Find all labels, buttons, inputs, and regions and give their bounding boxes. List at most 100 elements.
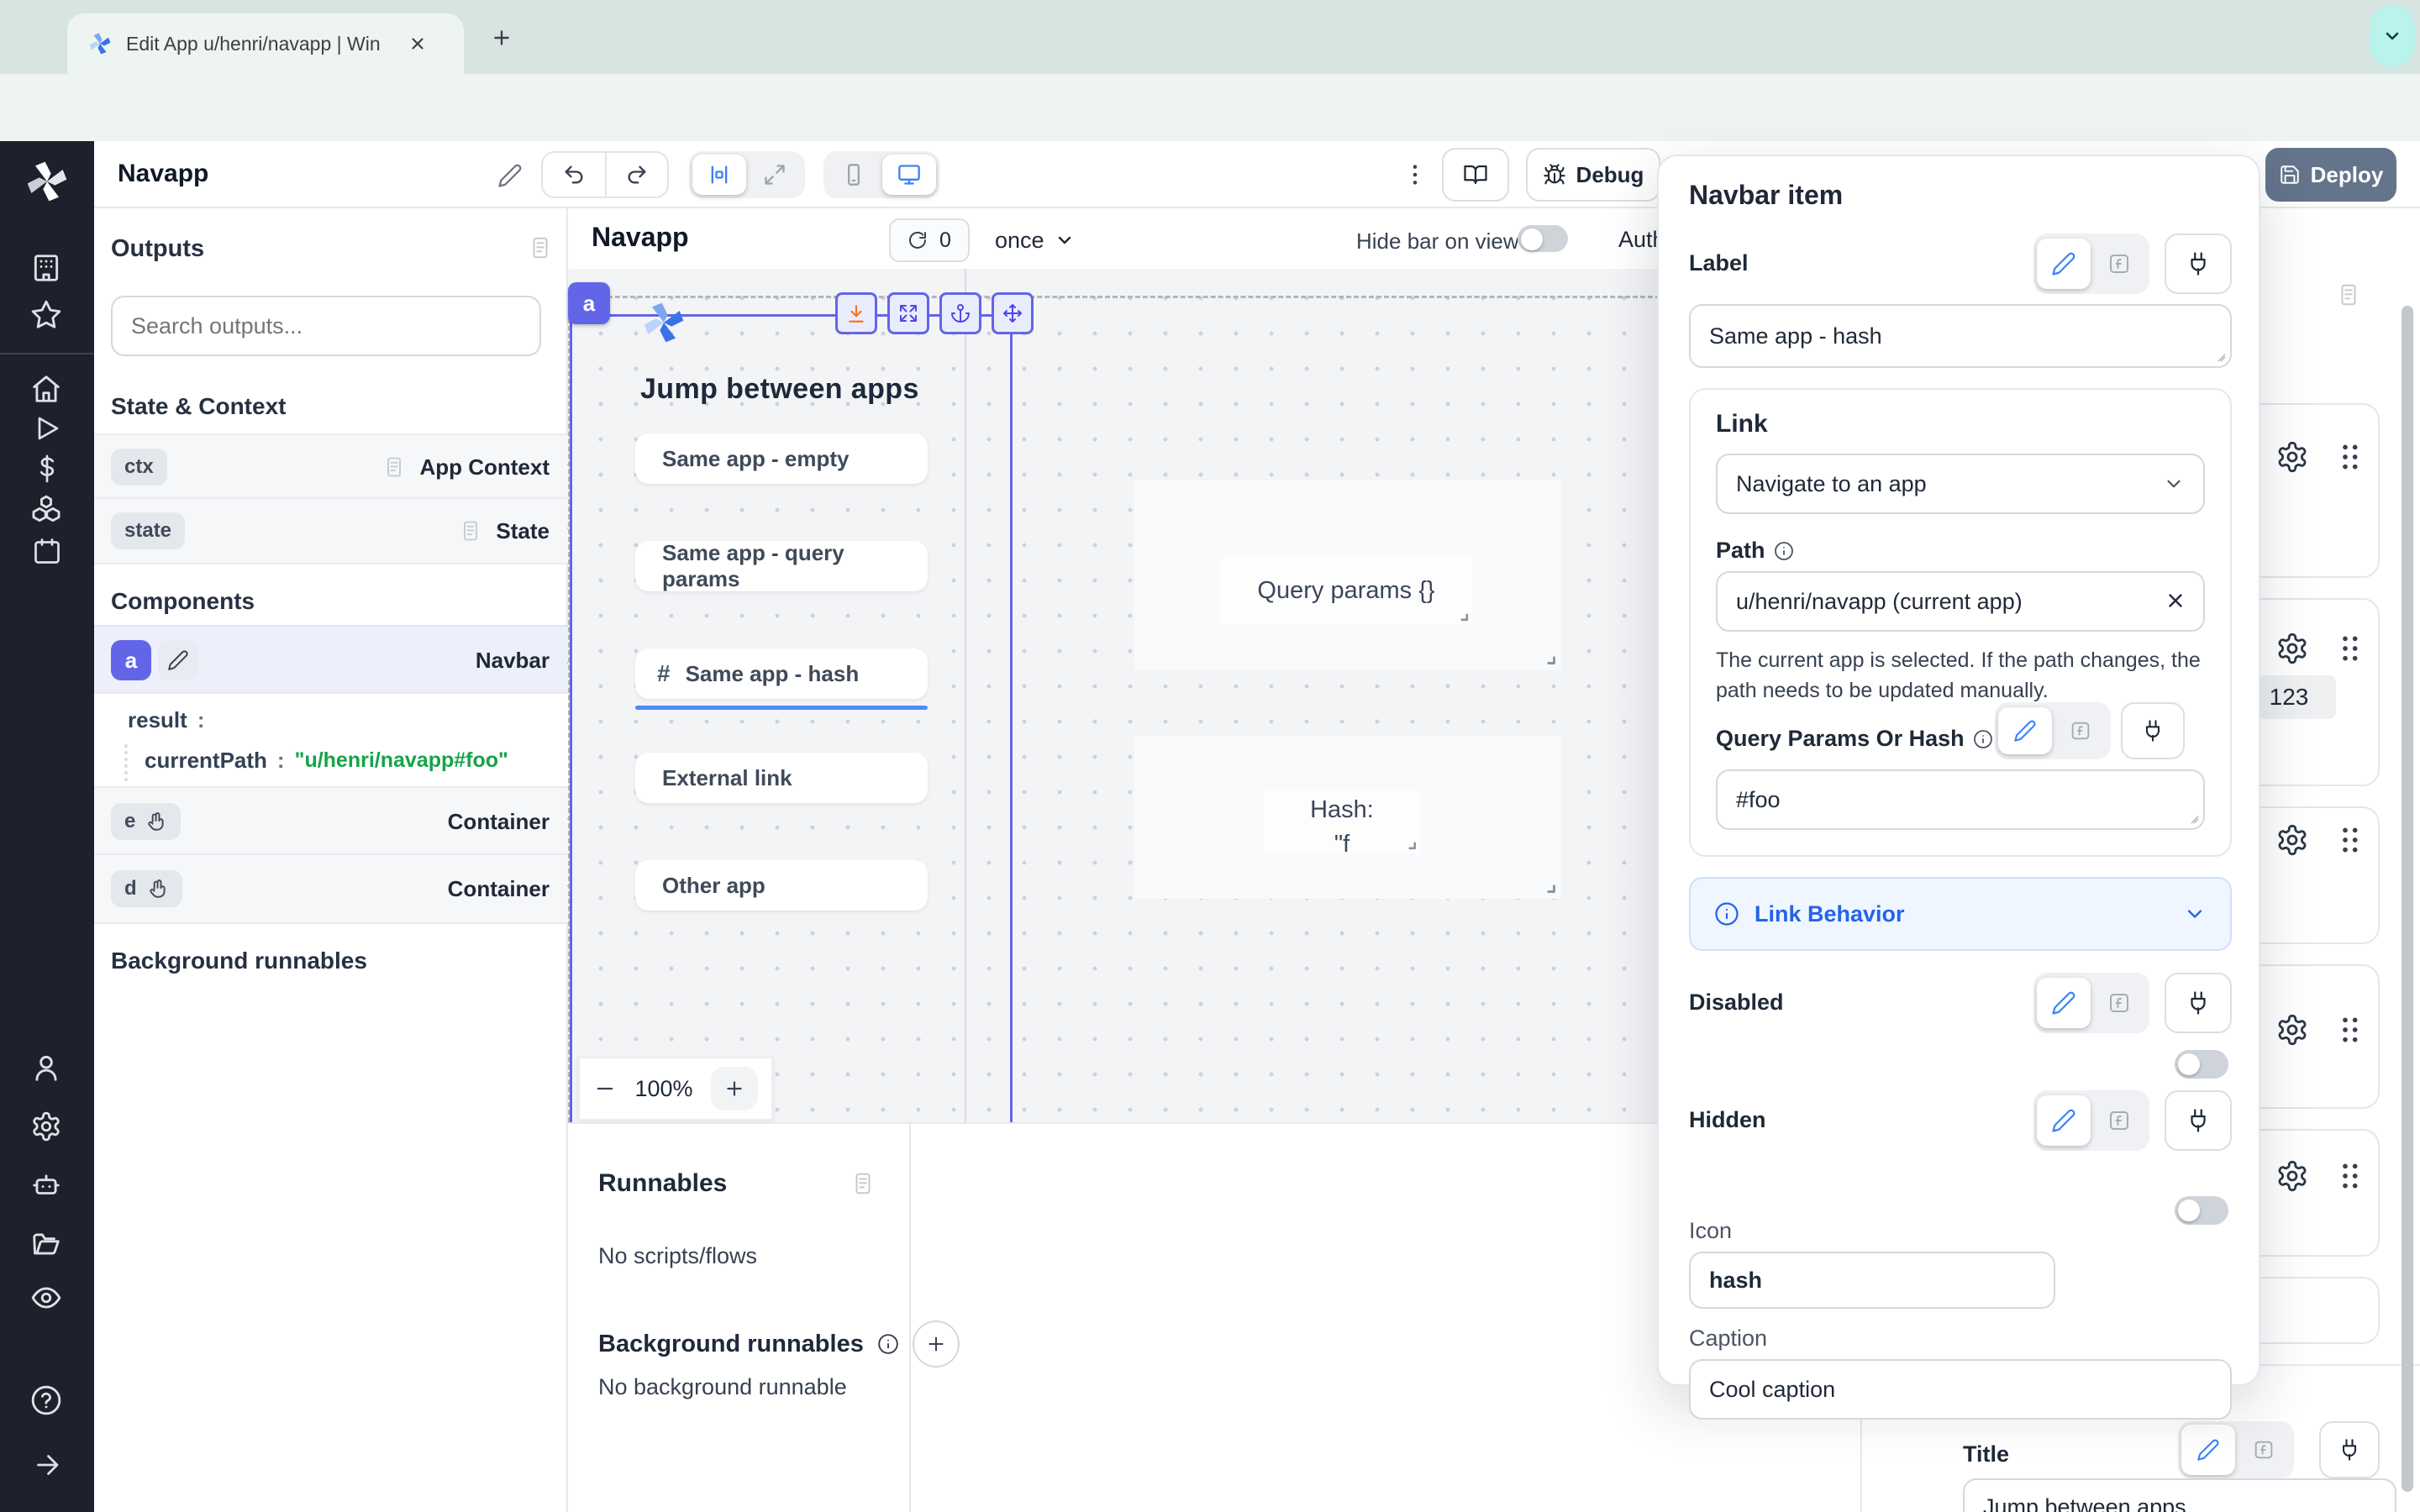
- rail-settings-icon[interactable]: [30, 1110, 62, 1142]
- config-title-input[interactable]: [1963, 1478, 2396, 1512]
- desktop-view-button[interactable]: [882, 155, 936, 195]
- rail-workspace-icon[interactable]: [30, 252, 62, 284]
- resize-corner-icon[interactable]: [1454, 606, 1469, 622]
- info-icon[interactable]: [877, 1333, 899, 1355]
- rail-favorites-icon[interactable]: [30, 299, 62, 331]
- rail-collapse-icon[interactable]: [32, 1450, 62, 1480]
- query-static-mode-button[interactable]: [1998, 707, 2052, 754]
- scrollbar-thumb[interactable]: [2402, 306, 2413, 1492]
- nav-item-query-params[interactable]: Same app - query params: [635, 541, 928, 591]
- refresh-count-button[interactable]: 0: [889, 218, 970, 262]
- header-menu-icon[interactable]: [1402, 161, 1428, 188]
- rail-folders-icon[interactable]: [30, 1228, 62, 1260]
- icon-input[interactable]: [1689, 1252, 2055, 1309]
- deploy-button[interactable]: Deploy: [2265, 148, 2396, 202]
- state-row[interactable]: state State: [94, 497, 602, 564]
- disabled-fx-mode-button[interactable]: [2092, 978, 2146, 1028]
- current-path-key[interactable]: currentPath: [145, 748, 267, 774]
- resize-corner-icon[interactable]: [1402, 835, 1417, 850]
- hash-textbox[interactable]: Hash: "f: [1264, 790, 1420, 853]
- hidden-toggle[interactable]: [2175, 1196, 2228, 1225]
- caption-input[interactable]: [1689, 1359, 2232, 1420]
- rail-users-icon[interactable]: [30, 1052, 62, 1084]
- card-settings-icon[interactable]: [2275, 632, 2309, 665]
- rail-workers-icon[interactable]: [30, 1169, 62, 1201]
- anchor-button[interactable]: [939, 292, 981, 334]
- selected-component-tag[interactable]: a: [568, 282, 610, 324]
- clear-path-icon[interactable]: [2165, 590, 2186, 612]
- query-params-container[interactable]: Query params {}: [1134, 480, 1561, 670]
- component-d-row[interactable]: d Container: [94, 853, 602, 924]
- disabled-toggle[interactable]: [2175, 1050, 2228, 1079]
- card-drag-handle-icon[interactable]: [2333, 1159, 2366, 1193]
- search-outputs-input[interactable]: [111, 296, 541, 356]
- component-e-row[interactable]: e Container: [94, 786, 602, 855]
- link-type-select[interactable]: Navigate to an app: [1716, 454, 2205, 514]
- query-fx-mode-button[interactable]: [2054, 707, 2107, 754]
- nav-item-external-link[interactable]: External link: [635, 753, 928, 803]
- card-settings-icon[interactable]: [2275, 440, 2309, 474]
- disabled-connect-button[interactable]: [2165, 973, 2232, 1033]
- link-behavior-toggle[interactable]: Link Behavior: [1689, 877, 2232, 951]
- card-settings-icon[interactable]: [2275, 1159, 2309, 1193]
- rail-audit-icon[interactable]: [30, 1282, 62, 1314]
- title-connect-button[interactable]: [2319, 1421, 2380, 1478]
- state-doc-icon[interactable]: [459, 519, 482, 543]
- tab-close-icon[interactable]: [408, 34, 427, 53]
- mobile-view-button[interactable]: [827, 155, 881, 195]
- zoom-out-icon[interactable]: [593, 1077, 617, 1100]
- zoom-in-button[interactable]: [711, 1067, 758, 1110]
- rail-runs-icon[interactable]: [32, 413, 62, 444]
- full-width-layout-button[interactable]: [748, 155, 802, 195]
- resize-corner-icon[interactable]: [1539, 877, 1556, 894]
- rail-resources-icon[interactable]: [30, 494, 62, 526]
- label-static-mode-button[interactable]: [2037, 239, 2091, 289]
- label-fx-mode-button[interactable]: [2092, 239, 2146, 289]
- hidden-fx-mode-button[interactable]: [2092, 1095, 2146, 1146]
- hidden-static-mode-button[interactable]: [2037, 1095, 2091, 1146]
- label-connect-button[interactable]: [2165, 234, 2232, 294]
- hash-container[interactable]: Hash: "f: [1134, 736, 1561, 899]
- runnables-doc-icon[interactable]: [850, 1171, 876, 1196]
- info-icon[interactable]: [1774, 541, 1794, 561]
- title-static-mode-button[interactable]: [2181, 1425, 2235, 1475]
- card-settings-icon[interactable]: [2275, 823, 2309, 857]
- rail-variables-icon[interactable]: [32, 454, 62, 484]
- tab-search-button[interactable]: [2370, 5, 2415, 67]
- resize-handle-icon[interactable]: [2212, 348, 2227, 363]
- nav-item-same-app-empty[interactable]: Same app - empty: [635, 433, 928, 484]
- ctx-doc-icon[interactable]: [382, 455, 406, 479]
- query-connect-button[interactable]: [2121, 702, 2185, 759]
- nav-item-other-app[interactable]: Other app: [635, 860, 928, 911]
- ctx-row[interactable]: ctx App Context: [94, 433, 602, 499]
- outputs-doc-icon[interactable]: [528, 235, 553, 260]
- move-button[interactable]: [992, 292, 1034, 334]
- config-doc-icon[interactable]: [2336, 282, 2361, 307]
- resize-corner-icon[interactable]: [1539, 648, 1556, 665]
- path-input[interactable]: [1716, 571, 2205, 632]
- run-mode-select[interactable]: once: [995, 218, 1075, 262]
- add-background-runnable-button[interactable]: [913, 1320, 960, 1368]
- info-icon[interactable]: [1973, 729, 1993, 749]
- query-params-textbox[interactable]: Query params {}: [1220, 556, 1472, 625]
- disabled-static-mode-button[interactable]: [2037, 978, 2091, 1028]
- card-drag-handle-icon[interactable]: [2333, 632, 2366, 665]
- redo-button[interactable]: [607, 153, 667, 197]
- rail-help-icon[interactable]: [30, 1384, 62, 1416]
- label-input[interactable]: [1689, 304, 2232, 368]
- undo-button[interactable]: [543, 153, 607, 197]
- card-settings-icon[interactable]: [2275, 1013, 2309, 1047]
- hide-bar-toggle[interactable]: [1518, 225, 1568, 252]
- component-navbar-row[interactable]: a Navbar: [94, 625, 602, 694]
- fullsize-button[interactable]: [887, 292, 929, 334]
- query-params-input[interactable]: [1716, 769, 2205, 830]
- docs-button[interactable]: [1442, 148, 1509, 202]
- rail-schedules-icon[interactable]: [32, 536, 62, 566]
- browser-tab[interactable]: Edit App u/henri/navapp | Win: [67, 13, 464, 74]
- expand-down-button[interactable]: [835, 292, 877, 334]
- edit-title-pencil-icon[interactable]: [497, 163, 523, 188]
- runnables-divider[interactable]: [909, 1122, 911, 1512]
- windmill-logo-icon[interactable]: [24, 158, 71, 205]
- centered-layout-button[interactable]: [692, 155, 746, 195]
- navbar-edit-button[interactable]: [158, 640, 198, 680]
